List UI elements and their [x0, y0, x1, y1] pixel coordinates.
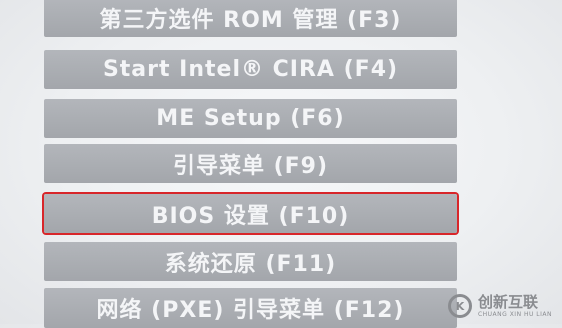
menu-item-label: 第三方选件 ROM 管理 (F3)	[99, 7, 402, 33]
menu-item-network-boot[interactable]: 网络 (PXE) 引导菜单 (F12)	[44, 288, 457, 328]
menu-item-label: 引导菜单 (F9)	[172, 153, 329, 179]
watermark-subtitle: CHUANG XIN HU LIAN	[477, 310, 552, 318]
menu-item-me-setup[interactable]: ME Setup (F6)	[44, 99, 457, 138]
menu-item-label: BIOS 设置 (F10)	[151, 203, 350, 229]
menu-item-start-intel-cira[interactable]: Start Intel® CIRA (F4)	[44, 50, 457, 89]
menu-item-label: ME Setup (F6)	[156, 106, 345, 131]
menu-item-label: Start Intel® CIRA (F4)	[102, 57, 399, 82]
watermark-name: 创新互联	[477, 292, 538, 311]
menu-item-label: 网络 (PXE) 引导菜单 (F12)	[96, 298, 405, 323]
menu-item-label: 系统还原 (F11)	[164, 251, 337, 277]
watermark-logo-icon: K	[447, 294, 472, 318]
watermark-text: 创新互联 CHUANG XIN HU LIAN	[477, 292, 552, 318]
watermark: K 创新互联 CHUANG XIN HU LIAN	[447, 292, 552, 318]
menu-item-system-restore[interactable]: 系统还原 (F11)	[44, 242, 457, 281]
menu-item-bios-setup[interactable]: BIOS 设置 (F10)	[44, 194, 457, 233]
menu-item-rom-management[interactable]: 第三方选件 ROM 管理 (F3)	[44, 0, 457, 37]
menu-item-boot-menu[interactable]: 引导菜单 (F9)	[44, 144, 457, 183]
boot-menu: 第三方选件 ROM 管理 (F3) Start Intel® CIRA (F4)…	[0, 0, 562, 328]
